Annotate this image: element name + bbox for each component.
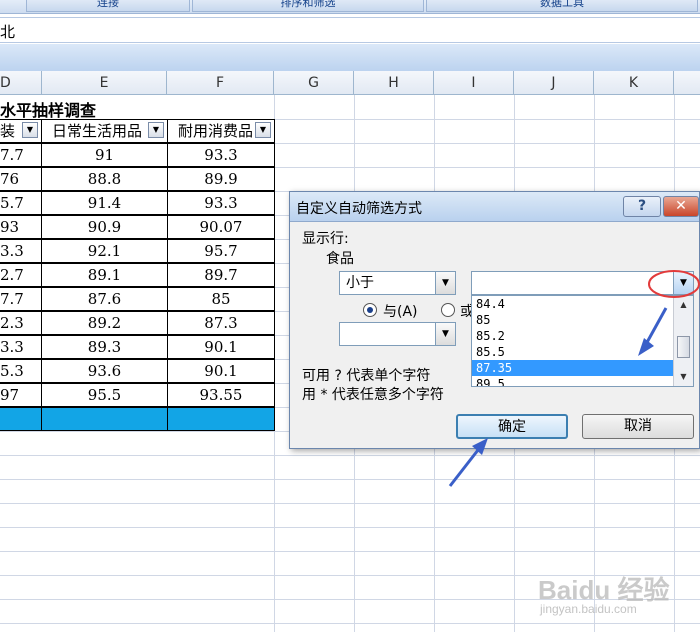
table-cell[interactable]: 90.07 [167, 215, 275, 239]
value-dropdown-list[interactable]: 84.4 85 85.2 85.5 87.35 89.5 ▲ ▼ [471, 295, 694, 387]
sheet-title: 水平抽样调查 [0, 101, 97, 120]
list-item[interactable]: 89.5 [472, 376, 673, 386]
operator1-value: 小于 [346, 275, 374, 291]
table-cell[interactable]: 7.7 [0, 287, 42, 311]
table-cell[interactable]: 85 [167, 287, 275, 311]
table-cell[interactable]: 90.1 [167, 335, 275, 359]
and-radio[interactable] [363, 303, 377, 317]
chevron-down-icon[interactable]: ▼ [435, 272, 455, 294]
formula-bar-text: 北 [0, 23, 16, 41]
show-rows-label: 显示行: [302, 231, 349, 247]
ribbon-group-connections[interactable]: 连接 [26, 0, 190, 12]
table-cell[interactable]: 2.3 [0, 311, 42, 335]
table-cell[interactable]: 91 [41, 143, 168, 167]
list-item[interactable]: 85.5 [472, 344, 673, 360]
column-header-d[interactable]: D [0, 71, 42, 95]
column-header-h[interactable]: H [354, 71, 434, 95]
table-cell[interactable]: 2.7 [0, 263, 42, 287]
ribbon-group-strip: 连接 排序和筛选 数据工具 [0, 0, 700, 14]
list-item[interactable]: 85 [472, 312, 673, 328]
filter-dropdown-icon[interactable]: ▼ [255, 122, 271, 138]
column-header-f[interactable]: F [167, 71, 274, 95]
column-header-e[interactable]: E [42, 71, 167, 95]
table-cell[interactable]: 95.7 [167, 239, 275, 263]
hint-single-char: 可用 ? 代表单个字符 [302, 368, 431, 384]
filter-dropdown-icon[interactable]: ▼ [148, 122, 164, 138]
table-cell[interactable]: 87.6 [41, 287, 168, 311]
table-cell[interactable]: 97 [0, 383, 42, 407]
scroll-down-icon[interactable]: ▼ [675, 369, 692, 385]
table-cell[interactable]: 3.3 [0, 335, 42, 359]
table-cell[interactable]: 5.3 [0, 359, 42, 383]
table-cell[interactable]: 76 [0, 167, 42, 191]
column-header-j[interactable]: J [514, 71, 594, 95]
value1-input[interactable]: ▼ [471, 271, 694, 295]
table-cell[interactable]: 93.55 [167, 383, 275, 407]
value1-dropdown-icon[interactable]: ▼ [673, 272, 693, 294]
scroll-thumb[interactable] [677, 336, 690, 358]
chevron-down-icon[interactable]: ▼ [435, 323, 455, 345]
column-header-g[interactable]: G [274, 71, 354, 95]
filter-dropdown-icon[interactable]: ▼ [22, 122, 38, 138]
table-cell[interactable]: 89.3 [41, 335, 168, 359]
column-headers: D E F G H I J K [0, 71, 700, 95]
table-cell[interactable]: 95.5 [41, 383, 168, 407]
table-cell[interactable]: 87.3 [167, 311, 275, 335]
table-cell[interactable]: 93 [0, 215, 42, 239]
hint-multi-char: 用 * 代表任意多个字符 [302, 387, 444, 403]
table-cell[interactable]: 88.8 [41, 167, 168, 191]
table-cell[interactable]: 89.2 [41, 311, 168, 335]
ribbon-band [0, 44, 700, 71]
table-cell[interactable]: 93.6 [41, 359, 168, 383]
table-cell[interactable]: 7.7 [0, 143, 42, 167]
column-header-k[interactable]: K [594, 71, 674, 95]
ribbon-group-data-tools[interactable]: 数据工具 [426, 0, 698, 12]
highlighted-empty-cell[interactable] [167, 407, 275, 431]
and-radio-label: 与(A) [383, 304, 418, 320]
column-header-i[interactable]: I [434, 71, 514, 95]
table-cell[interactable]: 90.9 [41, 215, 168, 239]
help-button[interactable]: ? [623, 196, 661, 217]
table-cell[interactable]: 93.3 [167, 191, 275, 215]
table-cell[interactable]: 89.1 [41, 263, 168, 287]
table-cell[interactable]: 89.7 [167, 263, 275, 287]
operator2-select[interactable]: ▼ [339, 322, 456, 346]
close-button[interactable]: ✕ [663, 196, 699, 217]
table-cell[interactable]: 89.9 [167, 167, 275, 191]
scroll-up-icon[interactable]: ▲ [675, 297, 692, 313]
operator1-select[interactable]: 小于 ▼ [339, 271, 456, 295]
highlighted-empty-cell[interactable] [0, 407, 42, 431]
field-name-label: 食品 [326, 251, 354, 267]
table-cell[interactable]: 91.4 [41, 191, 168, 215]
table-cell[interactable]: 90.1 [167, 359, 275, 383]
ok-button[interactable]: 确定 [456, 414, 568, 439]
dialog-title-bar[interactable]: 自定义自动筛选方式 ? ✕ [290, 192, 699, 222]
ribbon-group-sort-filter[interactable]: 排序和筛选 [192, 0, 424, 12]
list-item[interactable]: 84.4 [472, 296, 673, 312]
table-cell[interactable]: 3.3 [0, 239, 42, 263]
table-cell[interactable]: 5.7 [0, 191, 42, 215]
list-scrollbar[interactable]: ▲ ▼ [673, 296, 693, 386]
custom-autofilter-dialog: 自定义自动筛选方式 ? ✕ 显示行: 食品 小于 ▼ ▼ 与(A) 或 ▼ 84… [289, 191, 700, 449]
highlighted-empty-cell[interactable] [41, 407, 168, 431]
list-item[interactable]: 87.35 [472, 360, 673, 376]
table-cell[interactable]: 93.3 [167, 143, 275, 167]
cancel-button[interactable]: 取消 [582, 414, 694, 439]
dialog-title: 自定义自动筛选方式 [296, 201, 422, 217]
list-item[interactable]: 85.2 [472, 328, 673, 344]
table-cell[interactable]: 92.1 [41, 239, 168, 263]
formula-bar[interactable]: 北 [0, 17, 700, 43]
or-radio[interactable] [441, 303, 455, 317]
watermark-url: jingyan.baidu.com [540, 602, 637, 616]
